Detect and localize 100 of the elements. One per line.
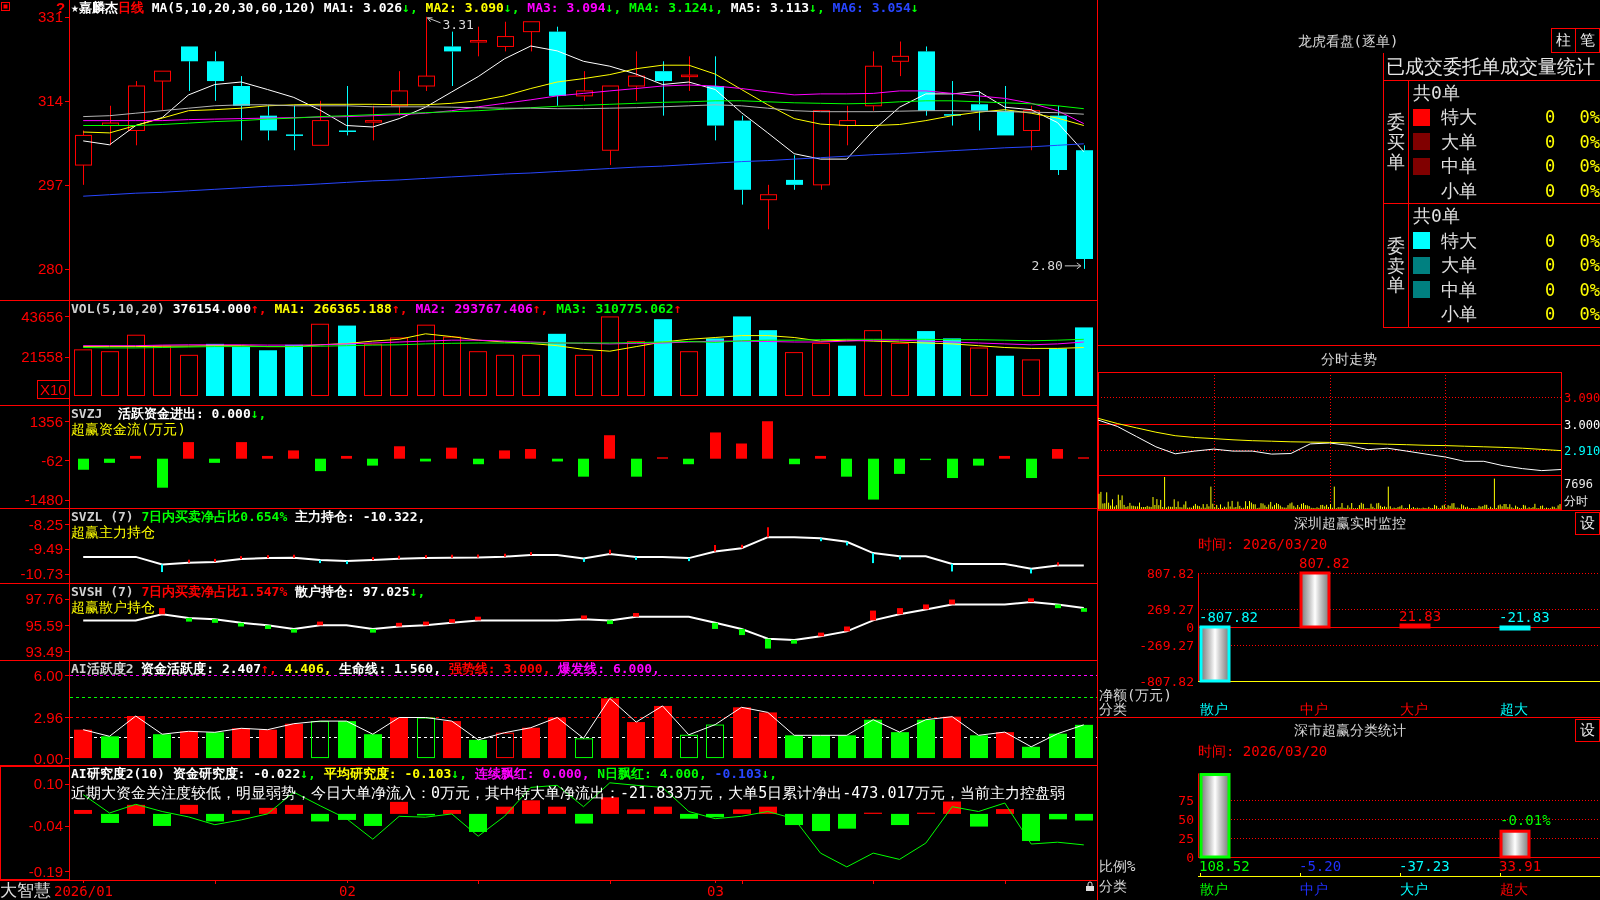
panel-title: 深圳超赢实时监控 — [1293, 515, 1406, 531]
volume-bar — [153, 345, 171, 396]
legend-text: 主力持仓: -10.322, — [294, 509, 426, 524]
volume-bar — [627, 341, 645, 396]
volume-bar — [575, 354, 593, 396]
indicator-subtitle: 超赢资金流(万元) — [71, 421, 186, 437]
legend-text: MA4: 3.124 — [628, 0, 708, 15]
volume-scale-label: 7696 — [1564, 477, 1593, 491]
volume-bar — [970, 347, 988, 396]
legend-text: ↓, — [761, 766, 778, 781]
legend-text: 平均研究度: -0.103 — [322, 766, 452, 781]
legend-text: ↑, — [532, 301, 549, 316]
view-toggle-button[interactable]: 笔 — [1575, 28, 1600, 53]
change-bar — [633, 613, 639, 617]
legend-text: ↑, — [261, 661, 277, 676]
activity-bar — [627, 722, 645, 759]
candlestick — [365, 105, 382, 141]
legend-text: ↓, — [605, 0, 622, 15]
legend-text: SVSH (7) — [71, 584, 134, 599]
legend-text: 散户持仓: 97.025 — [294, 584, 410, 599]
order-size-label: 特大 — [1441, 107, 1477, 128]
pane-label: 分时 — [1564, 494, 1588, 508]
order-size-label: 中单 — [1441, 279, 1477, 300]
order-share: 0% — [1579, 181, 1600, 202]
volume-bar — [943, 338, 961, 396]
fund-flow-bar — [841, 458, 852, 477]
net-amount-bar — [1399, 623, 1431, 629]
axis-label: 269.27 — [1147, 602, 1194, 617]
fund-flow-bar — [999, 455, 1010, 459]
fund-flow-bar — [420, 458, 431, 462]
net-amount-bar — [1499, 625, 1531, 631]
activity-bar — [285, 723, 303, 759]
fund-flow-bar — [78, 458, 89, 470]
axis-label: -0.19 — [28, 862, 63, 880]
volume-bar — [1022, 359, 1040, 396]
volume-bar — [706, 338, 724, 396]
activity-bar — [575, 738, 593, 759]
axis-label: 0 — [1186, 620, 1194, 635]
fund-flow-bar — [1026, 458, 1037, 479]
change-bar — [317, 621, 323, 626]
net-amount-bar — [1299, 571, 1331, 629]
fund-flow-bar — [315, 458, 326, 472]
fund-flow-bar — [525, 449, 536, 459]
legend-text: ↑, — [391, 301, 408, 316]
order-volume: 0 — [1544, 107, 1556, 128]
date-label: 02 — [339, 883, 356, 899]
volume-bar — [390, 337, 408, 396]
volume-bar — [417, 324, 435, 396]
volume-bar — [74, 349, 92, 396]
axis-label: -807.82 — [1139, 674, 1194, 689]
legend-text: ↓, — [300, 766, 316, 781]
legend-text: ↓, — [809, 0, 825, 15]
activity-bar — [311, 721, 329, 759]
activity-bar — [364, 734, 382, 759]
legend-text: ↑ — [673, 301, 682, 316]
activity-bar — [127, 716, 145, 759]
legend-text: 强势线: 3.000, — [447, 661, 551, 676]
volume-bar — [285, 344, 303, 396]
volume-bar — [127, 334, 145, 396]
view-toggle-button[interactable]: 柱 — [1551, 28, 1576, 53]
table-title: 已成交委托单成交量统计 — [1384, 53, 1600, 81]
candlestick — [760, 184, 777, 230]
legend-text: MA5: 3.113 — [729, 0, 810, 15]
change-bar — [712, 622, 718, 629]
activity-bar — [917, 719, 935, 759]
legend-text: AI活跃度2 — [71, 661, 134, 676]
legend-text: MA2: 3.090 — [424, 0, 504, 15]
legend-text: ↓, — [503, 0, 520, 15]
candlestick — [286, 105, 303, 151]
order-size-label: 小单 — [1441, 181, 1477, 202]
category-label: 超大 — [1500, 701, 1528, 717]
fund-flow-bar — [446, 447, 457, 459]
research-bar — [443, 810, 461, 814]
change-bar — [238, 622, 244, 627]
research-bar — [180, 804, 198, 814]
activity-bar — [443, 721, 461, 759]
axis-label: -0.04 — [28, 817, 63, 835]
volume-bar — [759, 330, 777, 396]
category-label: 散户 — [1200, 701, 1228, 717]
volume-bar — [338, 325, 356, 396]
axis-label: 297 — [37, 176, 63, 194]
settings-button[interactable]: 设 — [1575, 718, 1600, 742]
change-bar — [159, 608, 165, 615]
research-bar — [575, 813, 593, 824]
change-bar — [607, 620, 613, 625]
order-size-label: 大单 — [1441, 131, 1477, 152]
panel-title: 分时走势 — [1321, 351, 1377, 367]
settings-button[interactable]: 设 — [1575, 511, 1600, 535]
volume-bar — [838, 345, 856, 396]
activity-bar — [864, 719, 882, 759]
axis-label: 43656 — [21, 307, 63, 325]
axis-label: 0 — [1186, 850, 1194, 865]
candlestick — [997, 85, 1014, 136]
research-bar — [654, 806, 672, 814]
activity-bar — [891, 732, 909, 759]
axis-label: 6.00 — [33, 666, 63, 684]
change-bar — [423, 621, 429, 626]
change-bar — [212, 619, 218, 623]
lock-icon — [1086, 881, 1094, 891]
candlestick — [181, 45, 198, 92]
